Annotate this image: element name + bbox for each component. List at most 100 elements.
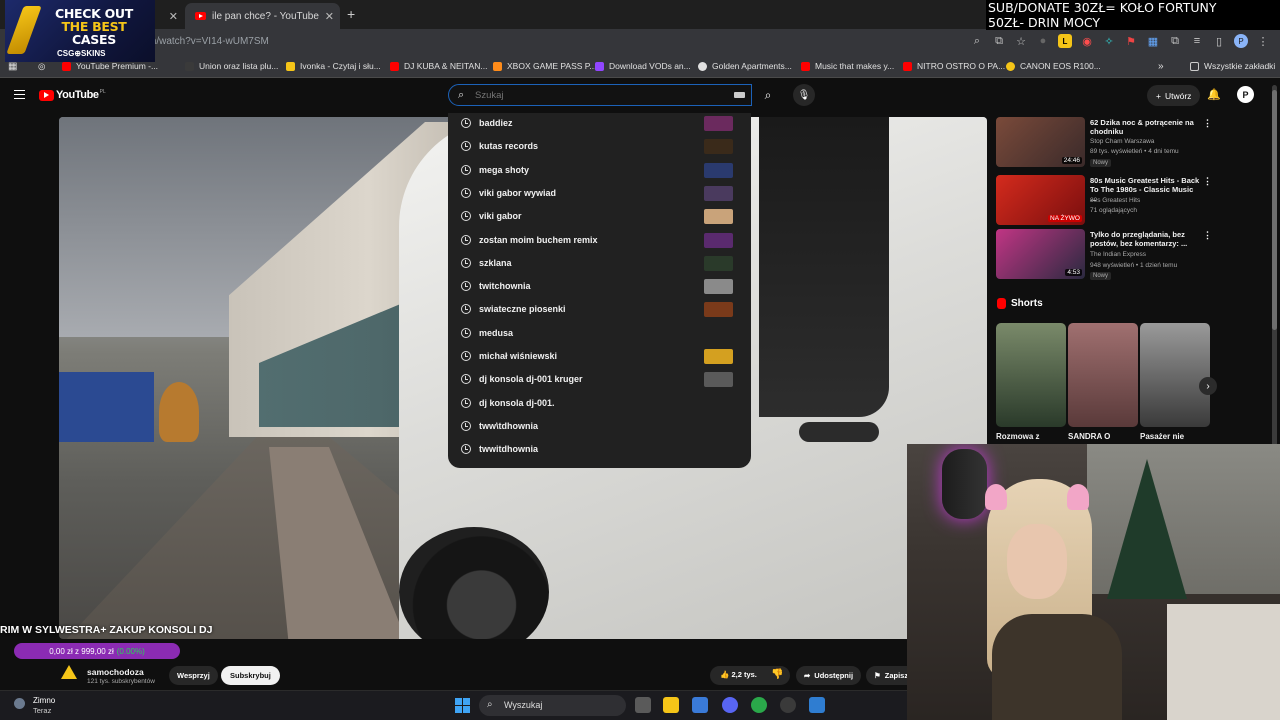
- tab-youtube[interactable]: ile pan chce? - YouTube ✕: [185, 3, 340, 29]
- bookmark-item[interactable]: CANON EOS R100...: [1006, 61, 1101, 71]
- search-suggestion[interactable]: viki gabor: [448, 206, 751, 229]
- bookmark-item[interactable]: XBOX GAME PASS P...: [493, 61, 596, 71]
- search-suggestion[interactable]: zostan moim buchem remix: [448, 230, 751, 253]
- search-box[interactable]: ⌕: [448, 84, 752, 106]
- store-icon[interactable]: [692, 697, 708, 713]
- extension-icon[interactable]: L: [1058, 34, 1072, 48]
- more-options-icon[interactable]: ⋮: [1203, 118, 1212, 129]
- short-title[interactable]: Pasażer nie: [1140, 432, 1184, 441]
- chevron-right-icon[interactable]: ›: [1199, 377, 1217, 395]
- short-thumbnail[interactable]: [1140, 323, 1210, 427]
- discord-icon[interactable]: [722, 697, 738, 713]
- windows-start-icon[interactable]: [455, 698, 470, 713]
- search-suggestion[interactable]: medusa: [448, 323, 751, 346]
- extension-icon[interactable]: ✧: [1102, 34, 1116, 48]
- browser-menu-icon[interactable]: ⋮: [1256, 34, 1270, 48]
- recommendation-thumbnail[interactable]: 4:53: [996, 229, 1085, 279]
- account-avatar[interactable]: P: [1237, 86, 1254, 103]
- bookmark-item[interactable]: NITRO OSTRO O PA...: [903, 61, 1005, 71]
- url-field[interactable]: m/watch?v=VI14-wUM7SM: [148, 36, 269, 47]
- dislike-icon[interactable]: 👎: [771, 669, 783, 680]
- more-options-icon[interactable]: ⋮: [1203, 176, 1212, 187]
- share-button[interactable]: ➦ Udostępnij: [796, 666, 862, 685]
- bookmark-item[interactable]: YouTube Premium -...: [62, 61, 158, 71]
- extension-icon[interactable]: ◉: [1080, 34, 1094, 48]
- youtube-logo[interactable]: YouTube PL: [39, 89, 106, 101]
- extension-icon[interactable]: ⚑: [1124, 34, 1138, 48]
- recommendation-thumbnail[interactable]: 24:46: [996, 117, 1085, 167]
- keyboard-icon[interactable]: [734, 92, 745, 98]
- bookmark-item[interactable]: Music that makes y...: [801, 61, 894, 71]
- search-button[interactable]: ⌕: [757, 84, 779, 106]
- close-icon[interactable]: ✕: [169, 10, 178, 23]
- search-input[interactable]: [475, 88, 725, 102]
- cast-icon[interactable]: ⧉: [992, 34, 1006, 48]
- all-bookmarks-folder[interactable]: Wszystkie zakładki: [1190, 61, 1275, 71]
- chrome-icon[interactable]: [751, 697, 767, 713]
- bookmark-item[interactable]: Download VODs an...: [595, 61, 691, 71]
- recommendation-meta: 71 oglądających: [1090, 207, 1137, 214]
- obs-icon[interactable]: [780, 697, 796, 713]
- create-button[interactable]: + Utwórz: [1147, 85, 1201, 106]
- bookmark-item[interactable]: Ivonka - Czytaj i słu...: [286, 61, 381, 71]
- star-icon[interactable]: ☆: [1014, 34, 1028, 48]
- recommendation-channel[interactable]: Stop Cham Warszawa: [1090, 138, 1154, 145]
- taskbar-search[interactable]: ⌕ Wyszukaj: [479, 695, 626, 716]
- search-suggestion[interactable]: dj konsola dj-001 kruger: [448, 369, 751, 392]
- bookmark-item[interactable]: Union oraz lista plu...: [185, 61, 278, 71]
- zoom-icon[interactable]: ⌕: [970, 34, 984, 48]
- tab-close-icon[interactable]: ✕: [325, 10, 334, 23]
- bookmarks-overflow-icon[interactable]: »: [1158, 61, 1164, 72]
- notifications-bell-icon[interactable]: 🔔: [1207, 88, 1221, 101]
- recommendation-channel[interactable]: 80s Greatest Hits: [1090, 197, 1140, 204]
- extension-icon[interactable]: ▦: [1146, 34, 1160, 48]
- extensions-puzzle-icon[interactable]: ⧉: [1168, 34, 1182, 48]
- mic-icon[interactable]: 🎙: [793, 84, 815, 106]
- new-tab-icon[interactable]: +: [347, 6, 355, 22]
- search-suggestion[interactable]: viki gabor wywiad: [448, 183, 751, 206]
- recommendation-channel[interactable]: The Indian Express: [1090, 251, 1146, 258]
- chrome-icon[interactable]: ◎: [38, 61, 45, 72]
- apps-grid-icon[interactable]: ▦: [8, 61, 17, 72]
- menu-icon[interactable]: [14, 90, 25, 99]
- sidepanel-icon[interactable]: ▯: [1212, 34, 1226, 48]
- profile-avatar[interactable]: P: [1234, 34, 1248, 48]
- search-suggestion[interactable]: michał wiśniewski: [448, 346, 751, 369]
- search-suggestion[interactable]: swiateczne piosenki: [448, 299, 751, 322]
- tab-close-previous[interactable]: ✕: [160, 3, 184, 29]
- search-suggestion[interactable]: szklana: [448, 253, 751, 276]
- search-suggestion[interactable]: twitchownia: [448, 276, 751, 299]
- scrollbar-thumb[interactable]: [1272, 90, 1277, 330]
- search-suggestion[interactable]: tww\tdhownia: [448, 416, 751, 439]
- recommendation-title[interactable]: Tylko do przeglądania, bez postów, bez k…: [1090, 230, 1200, 248]
- sponsor-overlay: CHECK OUT THE BEST CASES CSG⊕SKINS: [5, 0, 155, 62]
- bookmark-item[interactable]: DJ KUBA & NEITAN...: [390, 61, 487, 71]
- bookmark-icon: [903, 61, 912, 71]
- search-suggestion[interactable]: twwitdhownia: [448, 439, 751, 462]
- search-suggestion[interactable]: kutas records: [448, 136, 751, 159]
- task-view-icon[interactable]: [635, 697, 651, 713]
- short-thumbnail[interactable]: [996, 323, 1066, 427]
- recommendation-item[interactable]: 4:53 Tylko do przeglądania, bez postów, …: [996, 229, 1221, 280]
- like-button[interactable]: 👍 2,2 tys.: [720, 670, 757, 679]
- short-title[interactable]: SANDRA O: [1068, 432, 1110, 441]
- recommendation-thumbnail[interactable]: NA ŻYWO: [996, 175, 1085, 225]
- file-explorer-icon[interactable]: [663, 697, 679, 713]
- recommendation-item[interactable]: NA ŻYWO 80s Music Greatest Hits - Back T…: [996, 175, 1221, 225]
- search-suggestion[interactable]: mega shoty: [448, 160, 751, 183]
- search-suggestion[interactable]: baddiez: [448, 113, 751, 136]
- more-options-icon[interactable]: ⋮: [1203, 230, 1212, 241]
- reading-list-icon[interactable]: ≡: [1190, 34, 1204, 48]
- recommendation-title[interactable]: 62 Dzika noc & potrącenie na chodniku: [1090, 118, 1200, 136]
- recommendation-item[interactable]: 24:46 62 Dzika noc & potrącenie na chodn…: [996, 117, 1221, 167]
- search-suggestion[interactable]: dj konsola dj-001.: [448, 393, 751, 416]
- short-thumbnail[interactable]: [1068, 323, 1138, 427]
- subscribe-button[interactable]: Subskrybuj: [221, 666, 280, 685]
- channel-avatar[interactable]: [61, 665, 77, 681]
- bookmark-item[interactable]: Golden Apartments...: [698, 61, 792, 71]
- channel-name[interactable]: samochodoza: [87, 667, 144, 677]
- notepad-icon[interactable]: [809, 697, 825, 713]
- support-button[interactable]: Wesprzyj: [169, 666, 218, 685]
- short-title[interactable]: Rozmowa z: [996, 432, 1040, 441]
- extension-icon[interactable]: ●: [1036, 34, 1050, 48]
